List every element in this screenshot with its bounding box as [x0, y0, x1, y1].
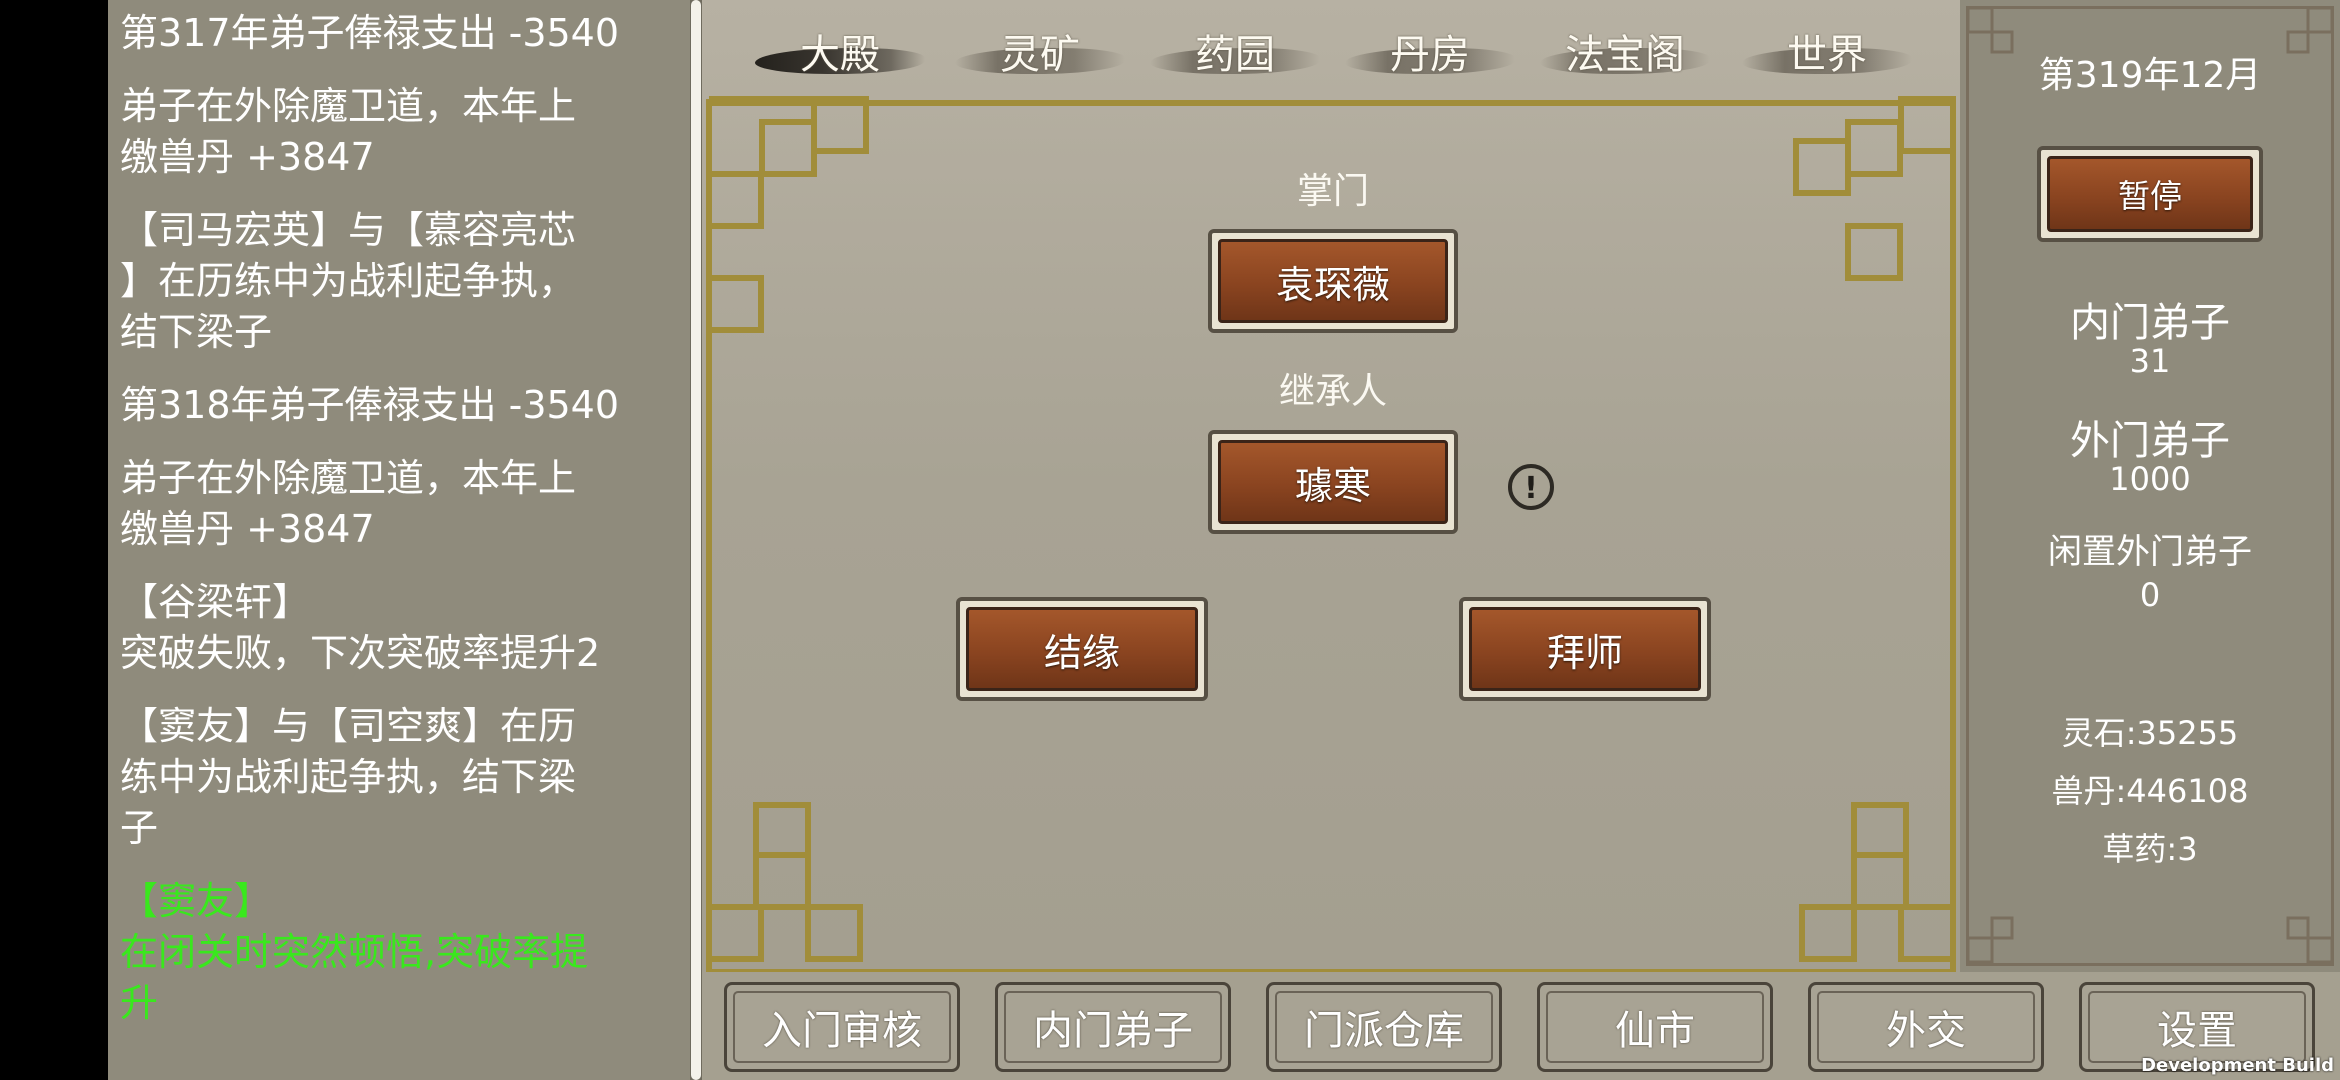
log-entry-line: 结下梁子	[120, 310, 273, 354]
log-entry: 【窦友】与【司空爽】在历 练中为战利起争执，结下梁子	[120, 701, 678, 854]
log-entry-line: 弟子在外除魔卫道，本年上	[120, 456, 577, 500]
outer-disciples-label: 外门弟子	[2070, 418, 2230, 464]
frame-corner-top-left	[706, 96, 869, 336]
log-entry-line: 【窦友】	[120, 879, 273, 923]
nav-inner-disciples-button[interactable]: 内门弟子	[995, 982, 1231, 1072]
nav-sect-warehouse-button[interactable]: 门派仓库	[1266, 982, 1502, 1072]
outer-disciples-count: 1000	[2109, 460, 2191, 498]
frame-corner-top-right	[1793, 96, 1956, 336]
log-entry-line: 【窦友】与【司空爽】在历	[120, 704, 577, 748]
tab-world[interactable]: 世界	[1742, 30, 1912, 80]
log-entry-line: 在闭关时突然顿悟,突破率提	[120, 930, 589, 974]
log-entry-line: 升	[120, 981, 159, 1025]
idle-outer-disciples-count: 0	[2139, 576, 2161, 614]
log-entry-line: 【司马宏英】与【慕容亮芯	[120, 208, 577, 252]
tab-treasure-pavilion[interactable]: 法宝阁	[1540, 30, 1710, 80]
herb-amount: 草药:3	[2102, 830, 2198, 868]
apprentice-button[interactable]: 拜师	[1459, 597, 1711, 701]
log-entry: 第317年弟子俸禄支出 -3540	[120, 8, 678, 59]
log-entry: 弟子在外除魔卫道，本年上 缴兽丹 +3847	[120, 453, 678, 555]
development-build-watermark: Development Build	[2141, 1055, 2334, 1076]
idle-outer-disciples-label: 闲置外门弟子	[2048, 532, 2252, 572]
inner-disciples-label: 内门弟子	[2070, 300, 2230, 346]
frame-corner-bottom-left	[706, 802, 863, 962]
game-screen: 第317年弟子俸禄支出 -3540 弟子在外除魔卫道，本年上 缴兽丹 +3847 【司…	[0, 0, 2340, 1080]
log-entry: 【谷梁轩】突破失败，下次突破率提升2	[120, 577, 678, 679]
log-scrollbar[interactable]	[690, 0, 702, 1080]
log-entry: 弟子在外除魔卫道，本年上 缴兽丹 +3847	[120, 81, 678, 183]
log-entry: 【司马宏英】与【慕容亮芯 】在历练中为战利起争执， 结下梁子	[120, 205, 678, 358]
log-scrollbar-thumb[interactable]	[691, 0, 701, 1080]
game-date: 第319年12月	[2038, 55, 2262, 96]
heir-label: 继承人	[1278, 371, 1387, 412]
log-entry-line: 缴兽丹 +3847	[120, 135, 375, 179]
leader-label: 掌门	[1296, 171, 1369, 212]
marriage-button[interactable]: 结缘	[956, 597, 1208, 701]
log-entry-line: 第318年弟子俸禄支出 -3540	[120, 383, 620, 427]
leader-name-button[interactable]: 袁琛薇	[1208, 229, 1458, 333]
tab-herb-garden[interactable]: 药园	[1150, 30, 1320, 80]
nav-diplomacy-button[interactable]: 外交	[1808, 982, 2044, 1072]
inner-disciples-count: 31	[2129, 342, 2171, 380]
spirit-stone-amount: 灵石:35255	[2061, 714, 2239, 752]
log-entry-line: 弟子在外除魔卫道，本年上	[120, 84, 577, 128]
tab-main-hall[interactable]: 大殿	[755, 30, 925, 80]
log-entry-line: 练中为战利起争执，结下梁	[120, 755, 577, 799]
log-entry-line: 缴兽丹 +3847	[120, 507, 375, 551]
tab-alchemy-room[interactable]: 丹房	[1345, 30, 1515, 80]
frame-corner-bottom-right	[1799, 802, 1956, 962]
log-entry: 第318年弟子俸禄支出 -3540	[120, 380, 678, 431]
event-log-list: 第317年弟子俸禄支出 -3540 弟子在外除魔卫道，本年上 缴兽丹 +3847 【司…	[108, 0, 690, 1029]
nav-immortal-market-button[interactable]: 仙市	[1537, 982, 1773, 1072]
log-entry-line: 】在历练中为战利起争执，	[120, 259, 577, 303]
log-entry-highlight: 【窦友】在闭关时突然顿悟,突破率提升	[120, 876, 678, 1029]
alert-icon[interactable]: !	[1506, 462, 1556, 512]
event-log-panel[interactable]: 第317年弟子俸禄支出 -3540 弟子在外除魔卫道，本年上 缴兽丹 +3847 【司…	[108, 0, 690, 1080]
alert-symbol: !	[1524, 471, 1538, 506]
pause-button[interactable]: 暂停	[2037, 146, 2263, 242]
tab-spirit-mine[interactable]: 灵矿	[955, 30, 1125, 80]
log-entry-line: 【谷梁轩】	[120, 580, 311, 624]
log-entry-line: 第317年弟子俸禄支出 -3540	[120, 11, 620, 55]
heir-name-button[interactable]: 璩寒	[1208, 430, 1458, 534]
nav-admission-review-button[interactable]: 入门审核	[724, 982, 960, 1072]
log-entry-line: 突破失败，下次突破率提升2	[120, 631, 601, 675]
panel-corner-ornament	[1966, 916, 2014, 964]
beast-pill-amount: 兽丹:446108	[2051, 772, 2249, 810]
log-entry-line: 子	[120, 806, 159, 850]
panel-corner-ornament	[2286, 916, 2334, 964]
